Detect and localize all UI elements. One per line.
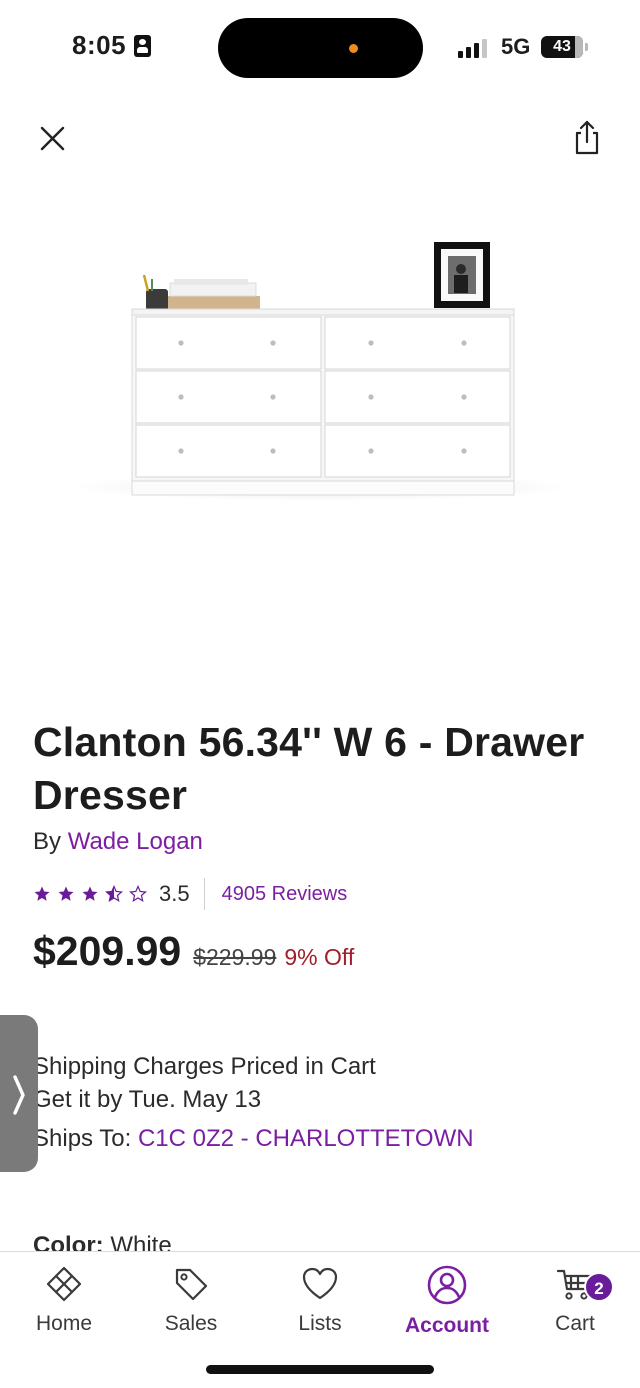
privacy-indicator-dot xyxy=(349,44,358,53)
tag-icon xyxy=(175,1268,208,1301)
nav-home[interactable]: Home xyxy=(9,1264,119,1336)
battery-icon: 43 xyxy=(541,36,583,58)
rating-row[interactable]: 3.5 4905 Reviews xyxy=(33,877,347,911)
discount-badge: 9% Off xyxy=(284,944,355,970)
home-indicator xyxy=(206,1365,434,1374)
network-type: 5G xyxy=(501,34,531,59)
star-full-icon xyxy=(82,886,98,901)
product-title: Clanton 56.34'' W 6 - Drawer Dresser xyxy=(33,719,585,818)
star-full-icon xyxy=(58,886,74,901)
close-button[interactable] xyxy=(34,120,72,158)
original-price: $229.99 xyxy=(193,944,277,970)
heart-icon xyxy=(302,1267,338,1300)
nav-sales-label: Sales xyxy=(164,1312,218,1335)
share-icon xyxy=(575,120,599,155)
ships-to: Ships To: C1C 0Z2 - CHARLOTTETOWN xyxy=(33,1125,474,1153)
nav-home-label: Home xyxy=(35,1312,93,1335)
rating-divider xyxy=(203,878,205,910)
brand-line: By Wade Logan xyxy=(33,828,203,856)
sale-price: $209.99 xyxy=(33,928,182,974)
cart-count-badge: 2 xyxy=(584,1272,614,1302)
rating-value: 3.5 xyxy=(159,881,190,906)
brand-prefix: By xyxy=(33,828,62,855)
ships-to-label: Ships To: xyxy=(33,1125,132,1152)
nav-cart[interactable]: 2 Cart xyxy=(520,1264,630,1336)
contact-card-icon xyxy=(134,34,152,57)
dresser-image xyxy=(72,242,572,501)
signal-icon xyxy=(458,38,487,58)
battery-level: 43 xyxy=(553,38,571,55)
star-full-icon xyxy=(34,886,50,901)
price-row: $209.99 $229.99 9% Off xyxy=(33,928,354,975)
status-time-text: 8:05 xyxy=(72,30,127,60)
nav-cart-label: Cart xyxy=(555,1312,595,1335)
dynamic-island xyxy=(218,18,423,78)
delivery-estimate: Get it by Tue. May 13 xyxy=(33,1086,262,1113)
star-half-icon xyxy=(105,885,123,902)
ships-to-location-link[interactable]: C1C 0Z2 - CHARLOTTETOWN xyxy=(138,1125,474,1152)
home-icon xyxy=(46,1266,82,1302)
product-image[interactable] xyxy=(60,225,580,525)
rating-stars xyxy=(33,885,147,903)
battery-tip xyxy=(585,43,588,51)
side-panel-handle[interactable] xyxy=(0,1015,38,1172)
chevron-right-icon xyxy=(13,1075,25,1115)
nav-lists-label: Lists xyxy=(298,1312,342,1335)
close-icon xyxy=(40,126,65,151)
nav-lists[interactable]: Lists xyxy=(265,1264,375,1336)
account-icon xyxy=(427,1265,467,1305)
nav-account[interactable]: Account xyxy=(392,1264,502,1338)
reviews-link[interactable]: 4905 Reviews xyxy=(222,883,348,906)
nav-sales[interactable]: Sales xyxy=(136,1264,246,1336)
status-time: 8:05 xyxy=(72,30,152,61)
shipping-charges: Shipping Charges Priced in Cart xyxy=(33,1053,376,1080)
brand-link[interactable]: Wade Logan xyxy=(68,828,203,855)
star-empty-icon xyxy=(129,885,147,902)
nav-account-label: Account xyxy=(405,1314,489,1337)
status-bar: 8:05 5G 43 xyxy=(0,0,640,96)
share-button[interactable] xyxy=(568,118,606,158)
